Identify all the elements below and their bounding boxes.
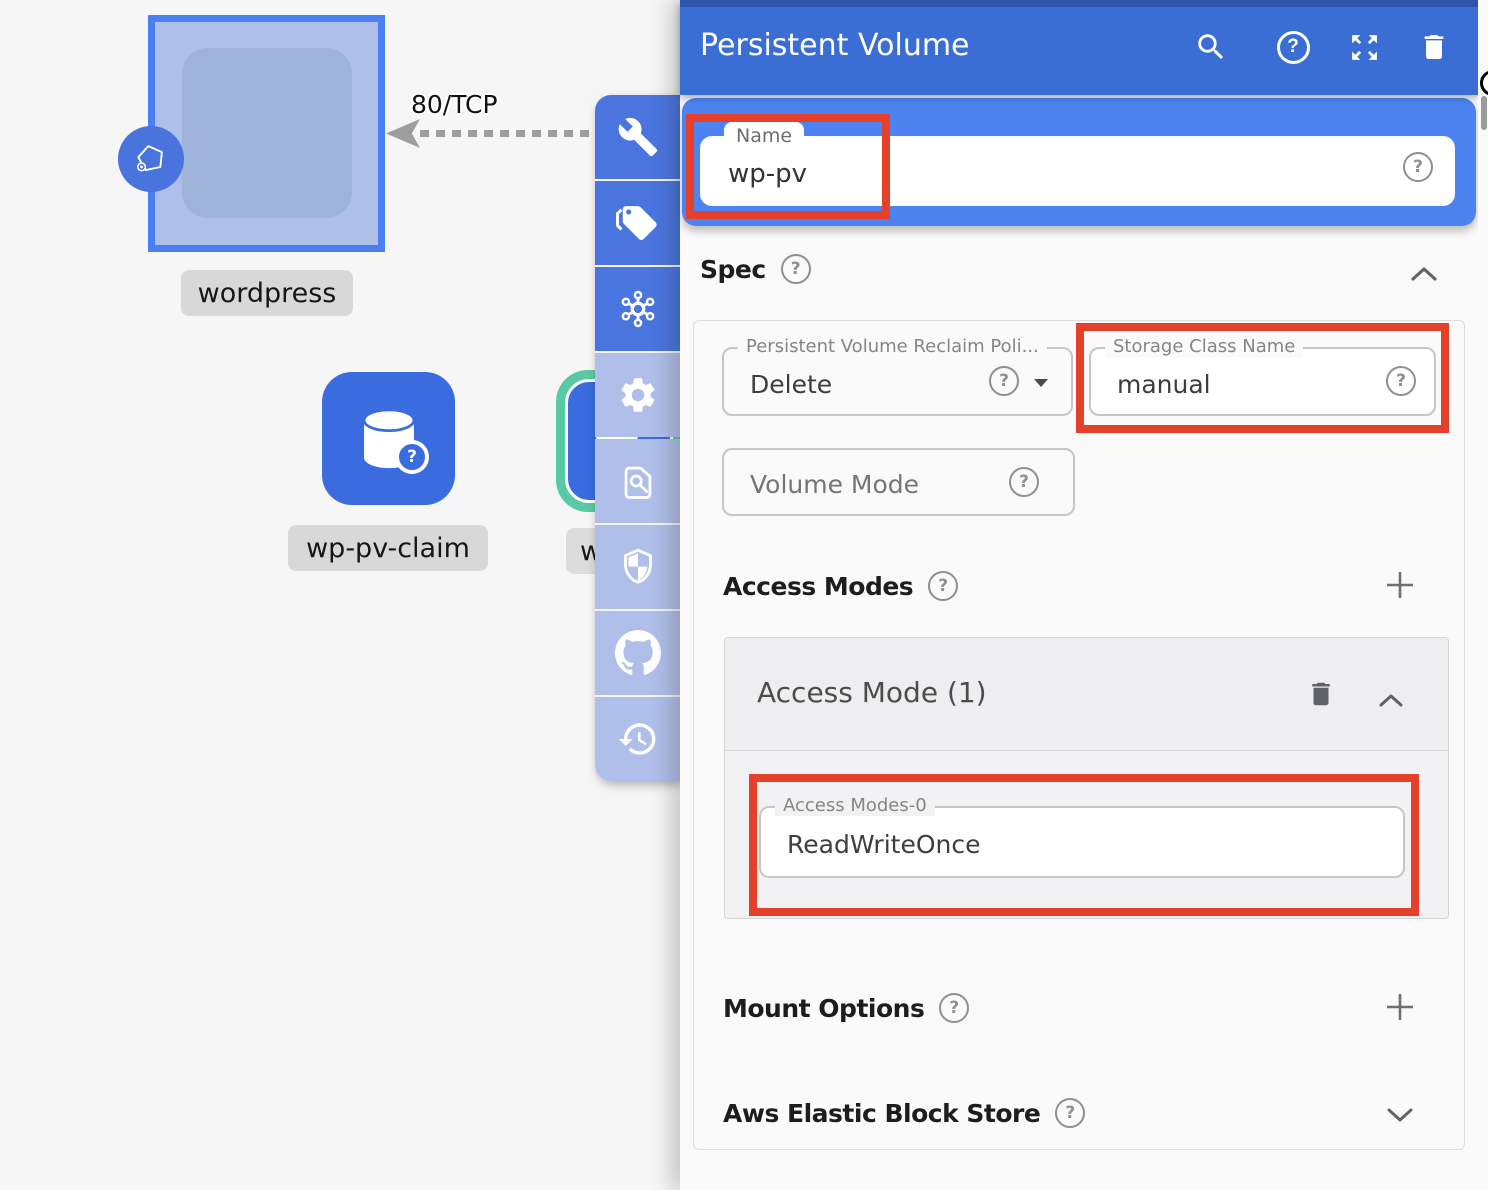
storage-class-value: manual (1117, 369, 1211, 398)
help-icon: ? (1277, 31, 1310, 64)
access-mode-card: Access Mode (1) Acce (724, 637, 1449, 919)
help-icon[interactable]: ? (1403, 152, 1433, 182)
aws-ebs-heading-row: Aws Elastic Block Store ? (723, 1098, 1085, 1128)
doc-search-icon (616, 459, 660, 503)
toolbar-inspect-button[interactable] (595, 439, 680, 523)
expand-icon (1348, 31, 1381, 64)
node-label-wp-pv-claim: wp-pv-claim (288, 525, 488, 571)
spec-section: Persistent Volume Reclaim Poli... Delete… (693, 320, 1465, 1150)
edge-label: 80/TCP (411, 90, 498, 119)
help-icon[interactable]: ? (1009, 467, 1039, 497)
trash-icon (1418, 31, 1450, 63)
question-badge-icon: ? (395, 440, 429, 474)
pod-pentagon-icon (130, 138, 172, 180)
name-input[interactable]: Name wp-pv ? (700, 136, 1455, 206)
expand-aws-ebs-button[interactable] (1384, 1099, 1416, 1131)
pod-icon[interactable] (118, 126, 184, 192)
access-mode-0-value: ReadWriteOnce (787, 830, 980, 859)
trash-icon (1306, 679, 1336, 709)
access-mode-card-title: Access Mode (1) (757, 676, 987, 709)
gear-icon (617, 374, 659, 416)
help-icon[interactable]: ? (1055, 1098, 1085, 1128)
spec-collapse-button[interactable] (1408, 258, 1440, 290)
tag-icon (616, 202, 660, 244)
help-button[interactable]: ? (1275, 29, 1311, 65)
reclaim-policy-label: Persistent Volume Reclaim Poli... (738, 336, 1047, 357)
toolbar-tools-button[interactable] (595, 95, 680, 179)
chevron-up-icon (1410, 266, 1438, 282)
toolbar-github-button[interactable] (595, 611, 680, 695)
add-mount-option-button[interactable] (1384, 991, 1416, 1023)
scrollbar-thumb[interactable] (1481, 96, 1487, 130)
delete-access-mode-button[interactable] (1305, 678, 1337, 710)
github-icon (615, 630, 661, 676)
mount-options-heading: Mount Options (723, 994, 924, 1023)
collapse-access-mode-button[interactable] (1375, 684, 1407, 716)
dropdown-arrow-icon (1033, 378, 1049, 388)
help-icon[interactable]: ? (928, 571, 958, 601)
help-icon[interactable]: ? (781, 254, 811, 284)
node-wp-pv-claim[interactable]: ? (322, 372, 455, 505)
spec-heading-row: Spec ? (700, 254, 811, 284)
edge-arrowhead-icon (386, 119, 420, 148)
panel-title: Persistent Volume (700, 28, 970, 63)
toolbar-history-button[interactable] (595, 697, 680, 781)
add-access-mode-button[interactable] (1384, 569, 1416, 601)
toolbar-settings-button[interactable] (595, 353, 680, 437)
plus-icon (1384, 991, 1416, 1023)
access-mode-0-input[interactable]: Access Modes-0 ReadWriteOnce (759, 806, 1405, 878)
name-input-label: Name (724, 122, 804, 150)
name-input-value: wp-pv (728, 159, 807, 189)
help-icon[interactable]: ? (989, 366, 1019, 396)
hub-icon (615, 286, 661, 332)
access-mode-0-label: Access Modes-0 (775, 795, 935, 816)
panel-header: Persistent Volume ? (680, 0, 1478, 95)
shield-icon (618, 547, 658, 587)
edge-dotted-line (420, 130, 596, 137)
canvas-toolbar (595, 95, 680, 781)
help-icon[interactable]: ? (1386, 366, 1416, 396)
access-mode-card-header: Access Mode (1) (725, 638, 1448, 751)
chevron-up-icon (1378, 693, 1404, 708)
toolbar-network-button[interactable] (595, 267, 680, 351)
chevron-down-icon (1386, 1107, 1414, 1123)
expand-button[interactable] (1346, 29, 1382, 65)
name-section: Name wp-pv ? (682, 98, 1476, 226)
aws-ebs-heading: Aws Elastic Block Store (723, 1099, 1040, 1128)
mount-options-heading-row: Mount Options ? (723, 993, 969, 1023)
plus-icon (1384, 569, 1416, 601)
scrollbar-track[interactable] (1478, 0, 1488, 1190)
toolbar-labels-button[interactable] (595, 181, 680, 265)
help-icon[interactable]: ? (939, 993, 969, 1023)
toolbar-security-button[interactable] (595, 525, 680, 609)
history-icon (617, 718, 659, 760)
delete-resource-button[interactable] (1416, 29, 1452, 65)
node-wordpress[interactable] (148, 15, 385, 252)
storage-class-label: Storage Class Name (1105, 336, 1303, 357)
wrench-icon (617, 116, 659, 158)
volume-mode-label: Volume Mode (750, 470, 919, 499)
volume-mode-select[interactable]: Volume Mode ? (722, 448, 1075, 516)
reclaim-policy-select[interactable]: Persistent Volume Reclaim Poli... Delete… (722, 347, 1073, 416)
access-modes-heading-row: Access Modes ? (723, 571, 958, 601)
persistent-volume-panel: Persistent Volume ? Nam (680, 0, 1478, 1190)
search-icon (1194, 30, 1228, 64)
spec-heading: Spec (700, 255, 766, 284)
panel-body: Spec ? Persistent Volume Reclaim Poli...… (680, 226, 1478, 1190)
wordpress-replicaset-area[interactable] (182, 48, 352, 218)
access-modes-heading: Access Modes (723, 572, 913, 601)
storage-class-input[interactable]: Storage Class Name manual ? (1089, 347, 1436, 416)
reclaim-policy-value: Delete (750, 369, 832, 398)
search-button[interactable] (1193, 29, 1229, 65)
database-icon (337, 387, 441, 491)
node-label-wordpress: wordpress (181, 270, 353, 316)
app-root: wordpress 80/TCP ? wp-pv-claim w (0, 0, 1488, 1190)
